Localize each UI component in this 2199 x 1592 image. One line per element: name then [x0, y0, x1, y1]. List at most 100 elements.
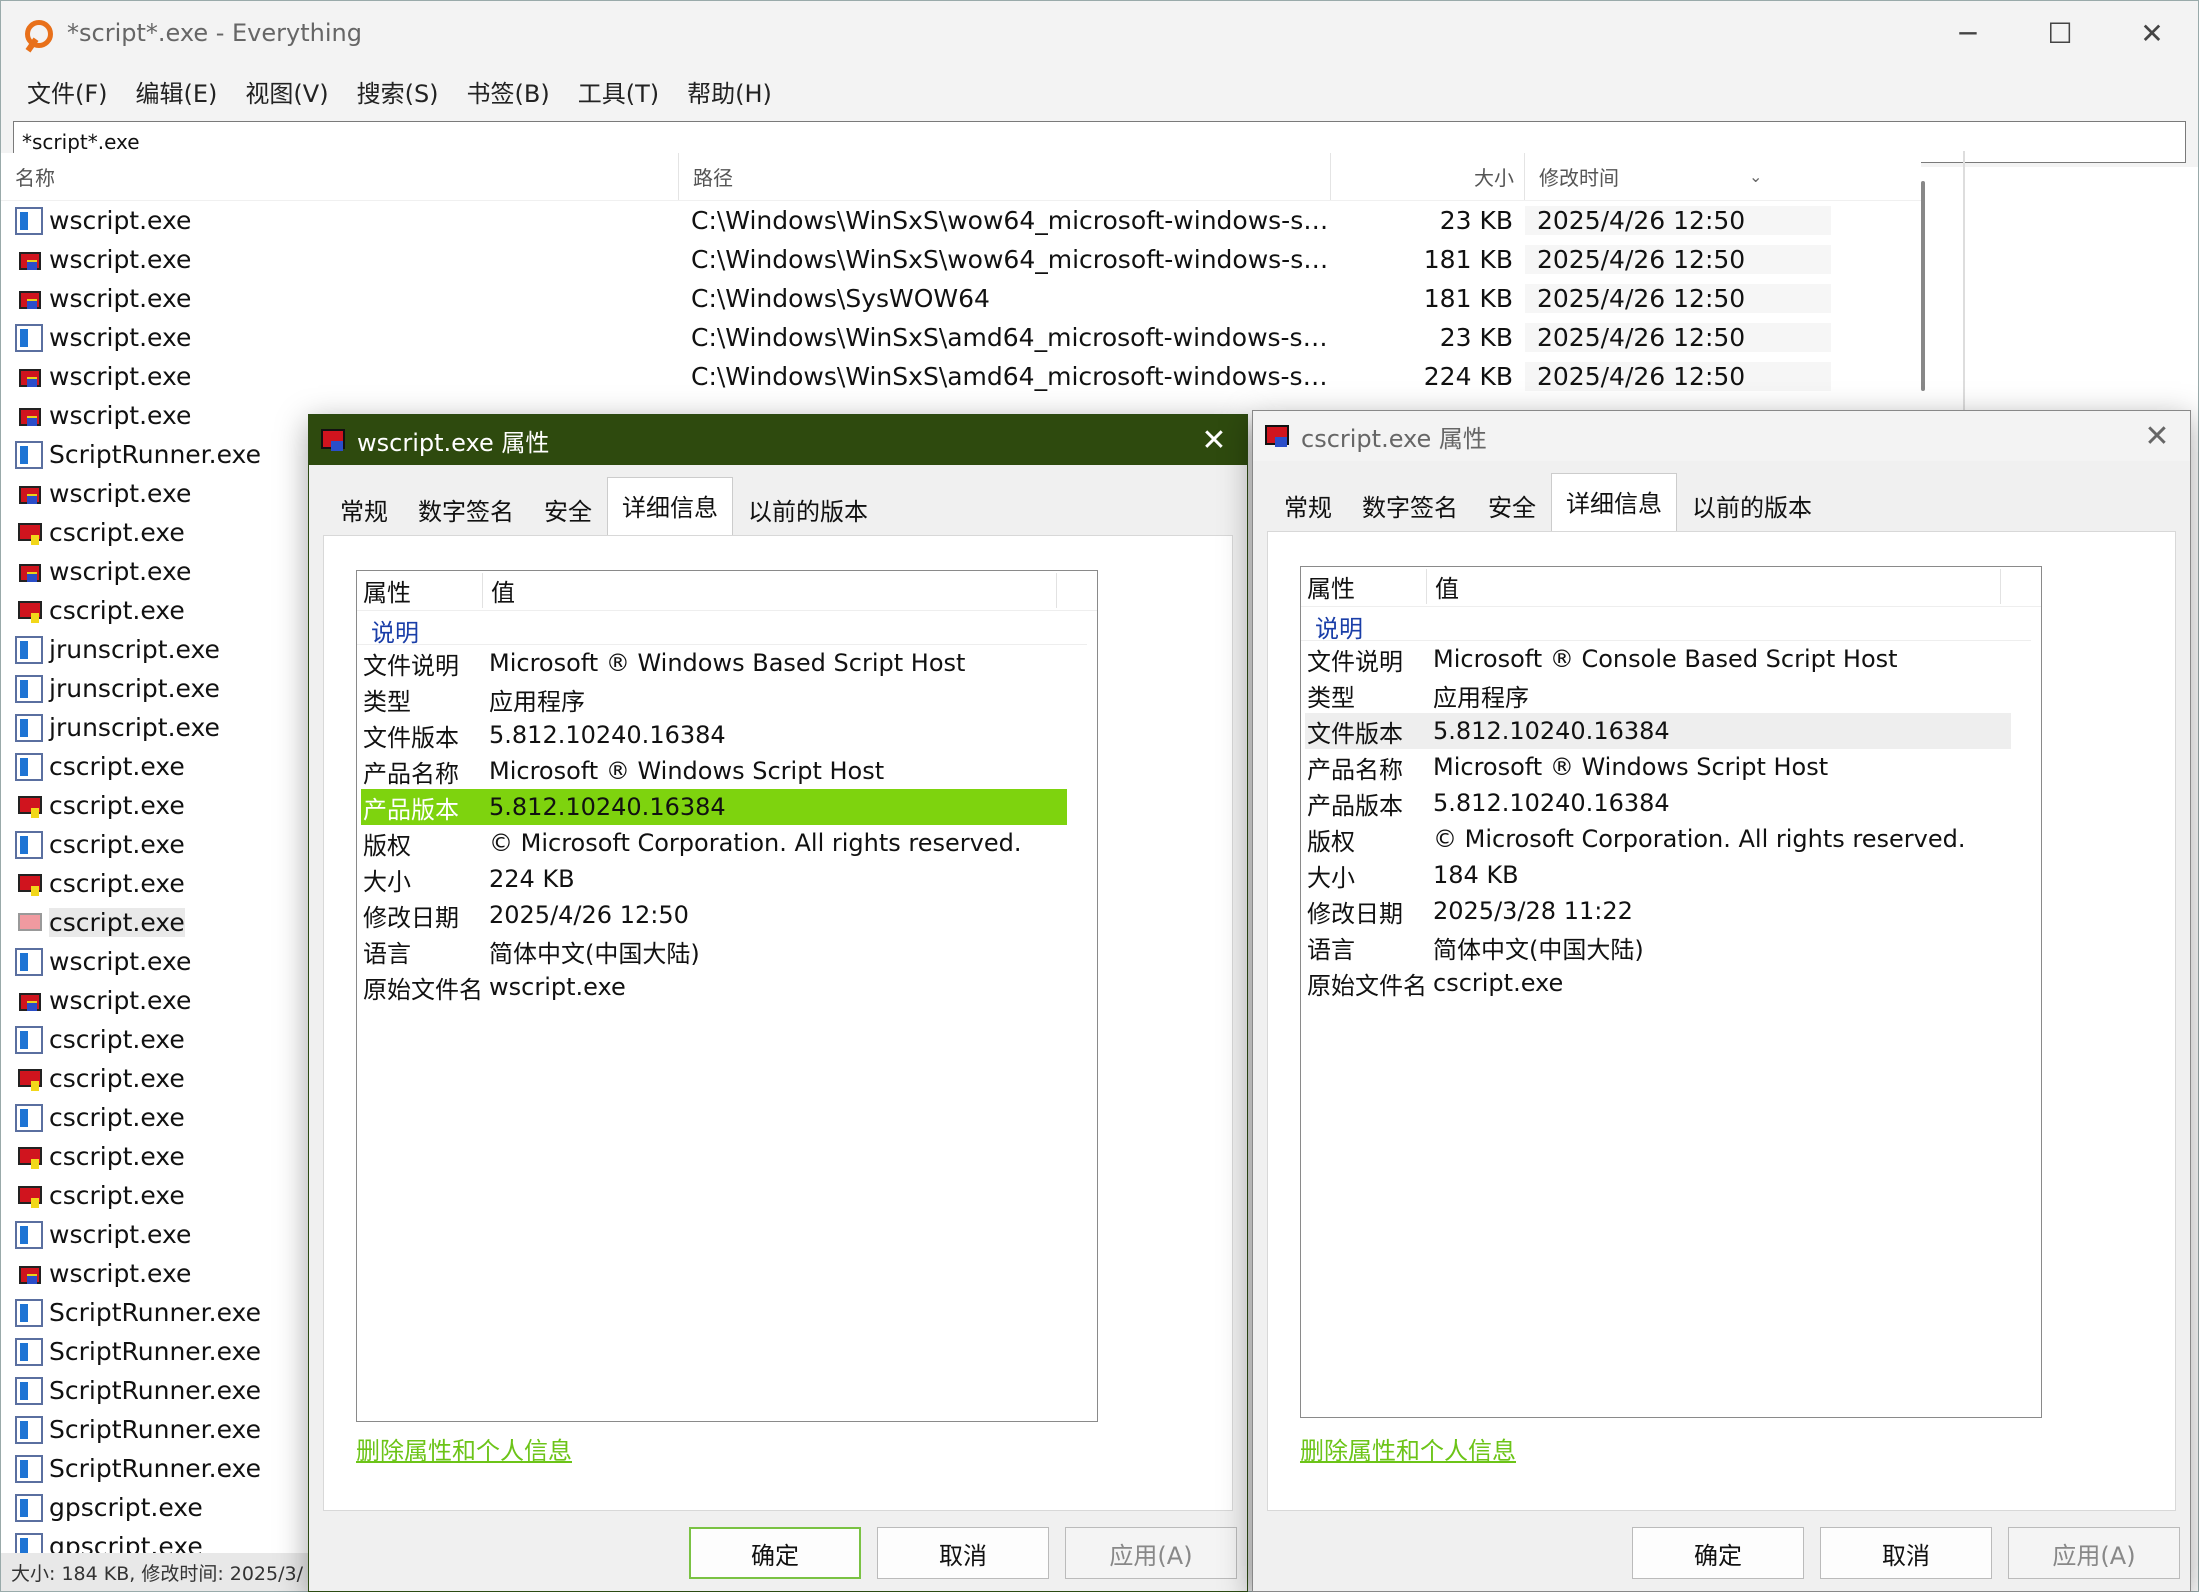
- property-column-header[interactable]: 属性: [1301, 569, 1427, 604]
- minimize-button[interactable]: ─: [1922, 1, 2014, 65]
- file-path: C:\Windows\WinSxS\amd64_microsoft-window…: [691, 323, 1331, 352]
- property-column-header[interactable]: 属性: [357, 573, 483, 608]
- table-row[interactable]: wscript.exe C:\Windows\WinSxS\wow64_micro…: [1, 240, 1921, 279]
- title-bar: *script*.exe - Everything ─ ☐ ✕: [1, 1, 2198, 65]
- dialog-close-icon[interactable]: ✕: [2124, 419, 2190, 454]
- tab-previous-versions[interactable]: 以前的版本: [733, 481, 883, 535]
- menu-search[interactable]: 搜索(S): [343, 74, 453, 109]
- property-row[interactable]: 文件说明 Microsoft ® Windows Based Script Hos…: [361, 645, 1067, 681]
- apply-button[interactable]: 应用(A): [2008, 1527, 2180, 1579]
- tab-general[interactable]: 常规: [325, 481, 403, 535]
- file-modified: 2025/4/26 12:50: [1525, 323, 1831, 352]
- file-name: cscript.exe: [49, 1181, 185, 1210]
- property-row[interactable]: 版权 © Microsoft Corporation. All rights re…: [1305, 821, 2011, 857]
- script-host-icon: [15, 1143, 43, 1171]
- dialog-title-bar: wscript.exe 属性 ✕: [309, 415, 1247, 465]
- file-size: 23 KB: [1439, 206, 1513, 235]
- property-key: 产品名称: [363, 759, 459, 788]
- file-name: cscript.exe: [49, 830, 185, 859]
- dialog-close-icon[interactable]: ✕: [1181, 423, 1247, 458]
- value-column-header[interactable]: 值: [483, 573, 1057, 608]
- menu-tools[interactable]: 工具(T): [564, 74, 673, 109]
- file-path: C:\Windows\SysWOW64: [691, 284, 990, 313]
- column-modified-header[interactable]: 修改时间 ⌄: [1525, 153, 1831, 200]
- property-row[interactable]: 产品版本 5.812.10240.16384: [1305, 785, 2011, 821]
- cscript-properties-dialog: cscript.exe 属性 ✕ 常规 数字签名 安全 详细信息 以前的版本 属…: [1252, 410, 2191, 1592]
- property-value: 简体中文(中国大陆): [1433, 935, 1644, 964]
- column-size-header[interactable]: 大小: [1331, 153, 1525, 200]
- property-list[interactable]: 属性 值 说明 文件说明 Microsoft ® Windows Based Sc…: [356, 570, 1098, 1422]
- cancel-button[interactable]: 取消: [877, 1527, 1049, 1579]
- table-row[interactable]: wscript.exe C:\Windows\WinSxS\amd64_micro…: [1, 318, 1921, 357]
- property-row[interactable]: 大小 184 KB: [1305, 857, 2011, 893]
- apply-button[interactable]: 应用(A): [1065, 1527, 1237, 1579]
- file-name: wscript.exe: [49, 1220, 192, 1249]
- vertical-scrollbar[interactable]: [1915, 151, 1935, 411]
- property-list[interactable]: 属性 值 说明 文件说明 Microsoft ® Console Based Sc…: [1300, 566, 2042, 1418]
- property-value: Microsoft ® Console Based Script Host: [1433, 645, 1898, 673]
- remove-properties-link[interactable]: 删除属性和个人信息: [356, 1431, 572, 1466]
- maximize-button[interactable]: ☐: [2014, 1, 2106, 65]
- file-name: ScriptRunner.exe: [49, 1337, 261, 1366]
- console-exe-icon: [15, 752, 43, 781]
- file-modified: 2025/4/26 12:50: [1525, 245, 1831, 274]
- property-row[interactable]: 修改日期 2025/4/26 12:50: [361, 897, 1067, 933]
- table-row[interactable]: wscript.exe C:\Windows\WinSxS\amd64_micro…: [1, 357, 1921, 396]
- remove-properties-link[interactable]: 删除属性和个人信息: [1300, 1431, 1516, 1466]
- property-row[interactable]: 产品名称 Microsoft ® Windows Script Host: [361, 753, 1067, 789]
- property-row[interactable]: 类型 应用程序: [361, 681, 1067, 717]
- property-row[interactable]: 原始文件名 cscript.exe: [1305, 965, 2011, 1001]
- cscript-icon: [1261, 421, 1291, 451]
- file-name: cscript.exe: [49, 1025, 185, 1054]
- property-value: 184 KB: [1433, 861, 1519, 889]
- dialog-tabs: 常规 数字签名 安全 详细信息 以前的版本: [1253, 461, 2190, 531]
- file-name: ScriptRunner.exe: [49, 440, 261, 469]
- value-column-header[interactable]: 值: [1427, 569, 2001, 604]
- file-modified: 2025/4/26 12:50: [1525, 206, 1831, 235]
- tab-previous-versions[interactable]: 以前的版本: [1677, 477, 1827, 531]
- menu-view[interactable]: 视图(V): [231, 74, 342, 109]
- ok-button[interactable]: 确定: [689, 1527, 861, 1579]
- tab-details[interactable]: 详细信息: [1551, 473, 1677, 531]
- tab-details[interactable]: 详细信息: [607, 477, 733, 535]
- property-row[interactable]: 类型 应用程序: [1305, 677, 2011, 713]
- tab-general[interactable]: 常规: [1269, 477, 1347, 531]
- menu-help[interactable]: 帮助(H): [673, 74, 786, 109]
- script-host-icon: [15, 792, 43, 820]
- file-name-cell: wscript.exe: [1, 362, 679, 391]
- property-row[interactable]: 大小 224 KB: [361, 861, 1067, 897]
- scrollbar-thumb[interactable]: [1921, 181, 1925, 391]
- property-row[interactable]: 文件说明 Microsoft ® Console Based Script Hos…: [1305, 641, 2011, 677]
- menu-bookmarks[interactable]: 书签(B): [453, 74, 564, 109]
- tab-security[interactable]: 安全: [529, 481, 607, 535]
- file-path: C:\Windows\WinSxS\amd64_microsoft-window…: [691, 362, 1331, 391]
- tab-digital-signatures[interactable]: 数字签名: [403, 481, 529, 535]
- property-value: 5.812.10240.16384: [1433, 789, 1670, 817]
- property-row[interactable]: 语言 简体中文(中国大陆): [1305, 929, 2011, 965]
- property-row[interactable]: 文件版本 5.812.10240.16384: [1305, 713, 2011, 749]
- ok-button[interactable]: 确定: [1632, 1527, 1804, 1579]
- property-value: Microsoft ® Windows Script Host: [489, 757, 885, 785]
- console-exe-icon: [15, 1298, 43, 1327]
- file-name: wscript.exe: [49, 206, 192, 235]
- console-exe-icon: [15, 440, 43, 469]
- menu-file[interactable]: 文件(F): [13, 74, 122, 109]
- property-row[interactable]: 产品版本 5.812.10240.16384: [361, 789, 1067, 825]
- property-row[interactable]: 版权 © Microsoft Corporation. All rights re…: [361, 825, 1067, 861]
- tab-security[interactable]: 安全: [1473, 477, 1551, 531]
- property-row[interactable]: 原始文件名 wscript.exe: [361, 969, 1067, 1005]
- menu-edit[interactable]: 编辑(E): [122, 74, 232, 109]
- cancel-button[interactable]: 取消: [1820, 1527, 1992, 1579]
- property-row[interactable]: 产品名称 Microsoft ® Windows Script Host: [1305, 749, 2011, 785]
- column-name-header[interactable]: 名称: [1, 153, 679, 200]
- property-key: 产品版本: [1307, 791, 1403, 820]
- dialog-title-bar: cscript.exe 属性 ✕: [1253, 411, 2190, 461]
- property-row[interactable]: 文件版本 5.812.10240.16384: [361, 717, 1067, 753]
- column-path-header[interactable]: 路径: [679, 153, 1331, 200]
- table-row[interactable]: wscript.exe C:\Windows\SysWOW64 181 KB 2025…: [1, 279, 1921, 318]
- property-row[interactable]: 修改日期 2025/3/28 11:22: [1305, 893, 2011, 929]
- tab-digital-signatures[interactable]: 数字签名: [1347, 477, 1473, 531]
- close-button[interactable]: ✕: [2106, 1, 2198, 65]
- property-row[interactable]: 语言 简体中文(中国大陆): [361, 933, 1067, 969]
- table-row[interactable]: wscript.exe C:\Windows\WinSxS\wow64_micro…: [1, 201, 1921, 240]
